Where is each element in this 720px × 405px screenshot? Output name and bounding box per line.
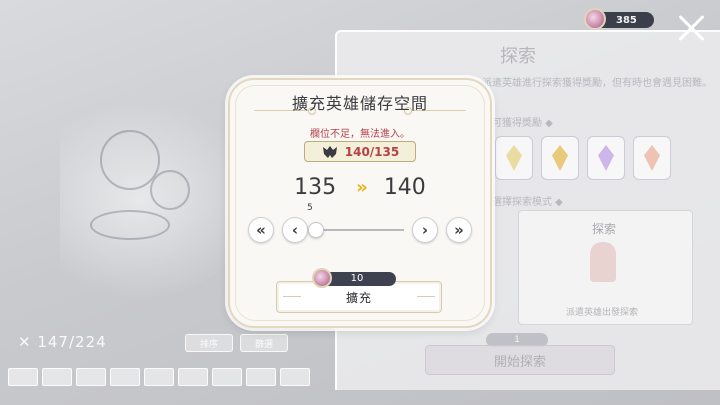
- capacity-value: 140/135: [344, 144, 400, 159]
- capacity-badge: 140/135: [304, 141, 416, 162]
- close-icon[interactable]: [678, 14, 706, 42]
- hero-avatar: [590, 242, 616, 282]
- dialog-title: 擴充英雄儲存空間: [291, 94, 428, 113]
- currency-value: 385: [616, 14, 637, 26]
- current-capacity: 135: [294, 175, 337, 200]
- new-capacity: 140: [383, 175, 426, 200]
- amount-stepper: « ‹ 5 › »: [246, 203, 474, 243]
- filter-button[interactable]: 篩選: [240, 334, 288, 352]
- hero-helmet-icon: [321, 145, 339, 159]
- hero-count-value: 147/224: [37, 333, 107, 351]
- upgrade-preview: 135 » 140: [228, 175, 492, 200]
- slider-thumb[interactable]: 5: [307, 203, 324, 238]
- reward-list: [495, 136, 671, 180]
- hero-thumbnail[interactable]: [280, 368, 310, 386]
- explore-subtitle: 派遣英雄進行探索獲得獎勵，但有時也會遇見困難。: [482, 78, 712, 89]
- double-chevron-right-icon: »: [356, 177, 367, 198]
- min-button[interactable]: «: [248, 217, 274, 243]
- hero-thumbnail[interactable]: [76, 368, 106, 386]
- hero-thumbnail[interactable]: [212, 368, 242, 386]
- crystal-icon: [506, 145, 522, 171]
- hero-thumbnail[interactable]: [178, 368, 208, 386]
- hero-thumbnail[interactable]: [42, 368, 72, 386]
- mode-label: 選擇探索模式 ◆: [492, 197, 563, 208]
- hero-thumbnail-strip: [8, 368, 310, 386]
- reward-label: 可獲得獎勵 ◆: [492, 118, 553, 129]
- reward-item[interactable]: [541, 136, 579, 180]
- reward-item[interactable]: [495, 136, 533, 180]
- currency-display: 385: [584, 8, 654, 30]
- hero-thumbnail[interactable]: [144, 368, 174, 386]
- start-explore-button[interactable]: 開始探索: [425, 345, 615, 375]
- amount-slider[interactable]: 5: [307, 203, 404, 238]
- reward-item[interactable]: [633, 136, 671, 180]
- increase-button[interactable]: ›: [412, 217, 438, 243]
- warning-text: 欄位不足，無法進入。: [310, 129, 410, 140]
- hero-count: ✕ 147/224: [18, 333, 107, 351]
- expand-cost: 10: [312, 268, 396, 288]
- reward-item[interactable]: [587, 136, 625, 180]
- decrease-button[interactable]: ‹: [282, 217, 308, 243]
- crystal-icon: [644, 145, 660, 171]
- sort-button[interactable]: 排序: [185, 334, 233, 352]
- hero-thumbnail[interactable]: [110, 368, 140, 386]
- hero-thumbnail[interactable]: [8, 368, 38, 386]
- explore-title: 探索: [500, 46, 536, 67]
- gem-coin-icon: [584, 8, 606, 30]
- crystal-icon: [598, 145, 614, 171]
- slider-value: 5: [307, 203, 313, 213]
- mode-card-title: 探索: [592, 222, 617, 236]
- max-button[interactable]: »: [446, 217, 472, 243]
- hero-thumbnail[interactable]: [246, 368, 276, 386]
- crystal-icon: [552, 145, 568, 171]
- mode-card-desc: 派遣英雄出發探索: [566, 308, 639, 318]
- expand-storage-dialog: 擴充英雄儲存空間 欄位不足，無法進入。 140/135 135 » 140 « …: [228, 78, 492, 328]
- expand-cost-value: 10: [350, 273, 364, 284]
- expand-button-label: 擴充: [345, 290, 372, 305]
